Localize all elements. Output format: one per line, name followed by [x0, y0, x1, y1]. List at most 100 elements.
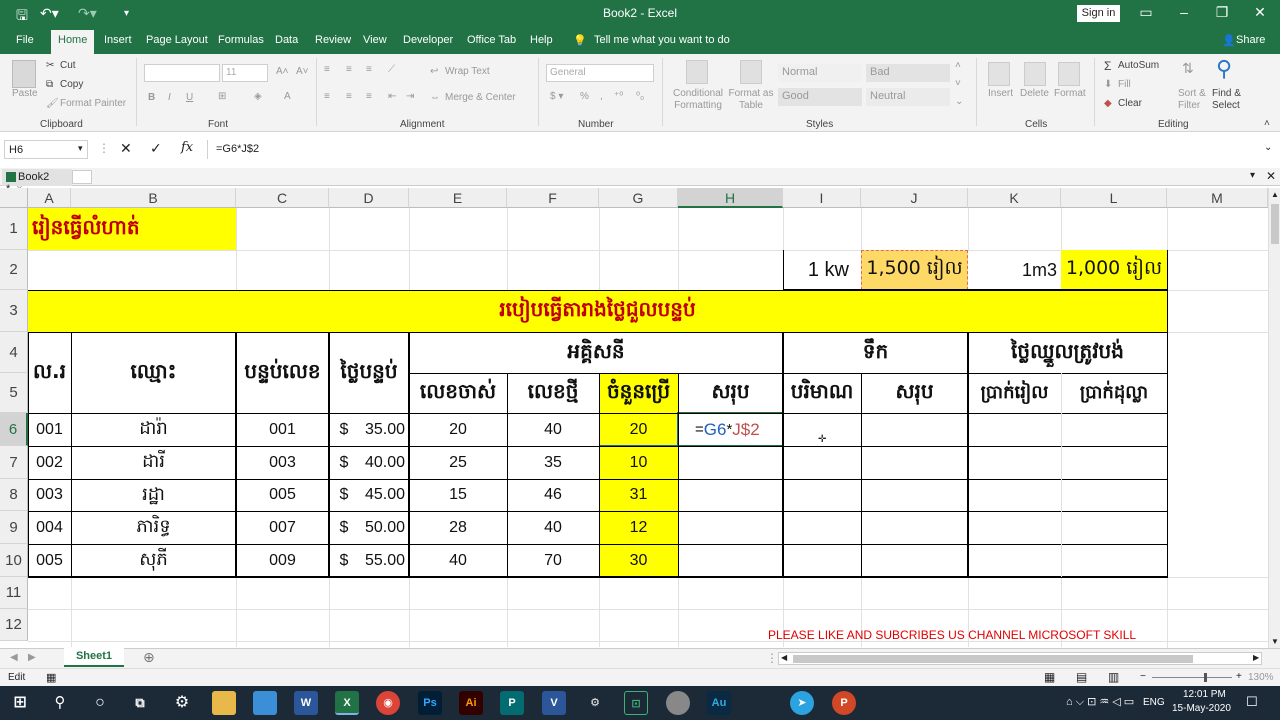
task-view-icon[interactable]: ⧉ [128, 691, 152, 715]
fill-color-icon[interactable]: ◈ [254, 91, 262, 102]
header-total-electric[interactable]: សរុប [678, 373, 783, 413]
cell-old-number[interactable]: 40 [409, 544, 507, 577]
row-header-11[interactable]: 11 [0, 577, 28, 609]
cell-new-number[interactable]: 40 [507, 511, 599, 544]
share-button[interactable]: Share [1236, 34, 1265, 46]
normal-view-icon[interactable]: ▦ [1044, 670, 1055, 684]
next-sheet-icon[interactable]: ▶ [28, 652, 36, 663]
tabs-dropdown-icon[interactable]: ▾ [1250, 170, 1255, 181]
row-header-5[interactable]: 5 [0, 373, 28, 413]
zoom-in-icon[interactable]: + [1236, 671, 1242, 682]
column-header-i[interactable]: I [783, 188, 861, 208]
cell-l2[interactable]: 1,000 រៀល [1061, 250, 1167, 290]
find-select-icon[interactable]: ⚲ [1216, 56, 1232, 82]
cell-new-number[interactable]: 40 [507, 413, 599, 446]
insert-function-icon[interactable]: fx [181, 140, 193, 155]
conditional-formatting-icon[interactable] [686, 60, 708, 84]
column-header-l[interactable]: L [1061, 188, 1167, 208]
decrease-indent-icon[interactable]: ⇤ [388, 91, 396, 102]
tab-review[interactable]: Review [315, 34, 351, 46]
tab-help[interactable]: Help [530, 34, 553, 46]
vertical-scrollbar[interactable]: ▲ ▼ [1268, 188, 1280, 648]
header-old-number[interactable]: លេខចាស់ [409, 373, 507, 413]
font-size-select[interactable]: 11 [222, 64, 268, 82]
cell-old-number[interactable]: 25 [409, 446, 507, 479]
close-icon[interactable]: ✕ [1250, 4, 1270, 21]
format-cells-button[interactable]: Format [1054, 88, 1086, 99]
header-quantity[interactable]: បរិមាណ [783, 373, 861, 413]
zoom-level[interactable]: 130% [1248, 672, 1274, 683]
align-left-icon[interactable]: ≡ [324, 91, 330, 102]
clear-icon[interactable]: ◆ [1104, 98, 1112, 109]
row-header-9[interactable]: 9 [0, 511, 28, 544]
cortana-icon[interactable]: ○ [88, 691, 112, 715]
sort-filter-button[interactable]: Sort & Filter [1178, 88, 1212, 112]
align-top-icon[interactable]: ≡ [324, 64, 330, 75]
maximize-icon[interactable]: ❐ [1212, 4, 1232, 21]
audition-icon[interactable]: Au [707, 691, 731, 715]
wrap-text-icon[interactable]: ↩ [430, 66, 438, 77]
insert-cells-button[interactable]: Insert [988, 88, 1013, 99]
italic-icon[interactable]: I [168, 92, 171, 103]
row-header-3[interactable]: 3 [0, 290, 28, 332]
cell-name[interactable]: ដារ៉ា [71, 413, 236, 446]
sign-in-button[interactable]: Sign in [1077, 5, 1120, 22]
align-right-icon[interactable]: ≡ [366, 91, 372, 102]
sheet-tab-sheet1[interactable]: Sheet1 [64, 648, 124, 667]
format-cells-icon[interactable] [1058, 62, 1080, 86]
orientation-icon[interactable]: ⟋ [388, 64, 395, 75]
zoom-out-icon[interactable]: − [1140, 671, 1146, 682]
styles-scroll-down-icon[interactable]: ˅ [955, 78, 961, 89]
publisher-icon[interactable]: P [500, 691, 524, 715]
scroll-right-icon[interactable]: ▶ [1253, 653, 1259, 662]
new-workbook-tab[interactable] [72, 170, 92, 184]
horizontal-scroll-thumb[interactable] [793, 655, 1193, 663]
network-app-icon[interactable]: ⊡ [624, 691, 648, 715]
format-as-table-button[interactable]: Format as Table [728, 88, 774, 112]
clock-time[interactable]: 12:01 PM [1183, 689, 1226, 700]
tab-view[interactable]: View [363, 34, 387, 46]
number-format-select[interactable]: General [546, 64, 654, 82]
row-header-8[interactable]: 8 [0, 479, 28, 511]
tell-me-search[interactable]: Tell me what you want to do [594, 34, 730, 46]
notes-app-icon[interactable] [253, 691, 277, 715]
bold-icon[interactable]: B [148, 92, 155, 103]
scroll-down-icon[interactable]: ▼ [1271, 637, 1279, 646]
align-bottom-icon[interactable]: ≡ [366, 64, 372, 75]
column-header-h[interactable]: H [678, 188, 783, 208]
wrap-text-button[interactable]: Wrap Text [445, 66, 490, 77]
clock-date[interactable]: 15-May-2020 [1172, 703, 1231, 714]
header-price[interactable]: ថ្លៃបន្ទប់ [329, 332, 409, 413]
illustrator-icon[interactable]: Ai [459, 691, 483, 715]
cell-old-number[interactable]: 15 [409, 479, 507, 511]
cancel-entry-icon[interactable]: ✕ [120, 140, 132, 157]
header-dollar[interactable]: ប្រាក់ដុល្លា [1061, 373, 1167, 413]
cell-room[interactable]: 003 [236, 446, 329, 479]
notifications-icon[interactable]: ☐ [1246, 694, 1258, 710]
styles-scroll-up-icon[interactable]: ˄ [955, 60, 961, 71]
column-header-k[interactable]: K [968, 188, 1061, 208]
tab-page-layout[interactable]: Page Layout [146, 34, 208, 46]
macro-record-icon[interactable]: ▦ [46, 671, 56, 684]
windows-start-icon[interactable]: ⊞ [8, 691, 32, 715]
align-center-icon[interactable]: ≡ [346, 91, 352, 102]
clear-button[interactable]: Clear [1118, 98, 1142, 109]
language-indicator[interactable]: ENG [1143, 697, 1165, 708]
vertical-scroll-thumb[interactable] [1271, 204, 1279, 244]
collapse-ribbon-icon[interactable]: ˄ [1264, 118, 1270, 129]
find-select-button[interactable]: Find & Select [1212, 88, 1252, 112]
borders-icon[interactable]: ⊞ [218, 91, 226, 102]
photoshop-icon[interactable]: Ps [418, 691, 442, 715]
grow-font-icon[interactable]: A˄ [276, 66, 289, 77]
sort-filter-icon[interactable]: ⇅ [1182, 60, 1194, 77]
conditional-formatting-button[interactable]: Conditional Formatting [670, 88, 726, 112]
row-header-1[interactable]: 1 [0, 208, 28, 250]
table-title[interactable]: របៀបធ្វើតារាងថ្លៃជួលបន្ទប់ [28, 290, 1167, 332]
cell-new-number[interactable]: 70 [507, 544, 599, 577]
horizontal-scrollbar[interactable]: ◀ ▶ [778, 652, 1262, 665]
cell-new-number[interactable]: 35 [507, 446, 599, 479]
cell-no[interactable]: 005 [28, 544, 71, 577]
row-header-12[interactable]: 12 [0, 609, 28, 641]
cell-price[interactable]: 50.00 [355, 511, 405, 544]
autosum-icon[interactable]: Σ [1104, 59, 1111, 73]
